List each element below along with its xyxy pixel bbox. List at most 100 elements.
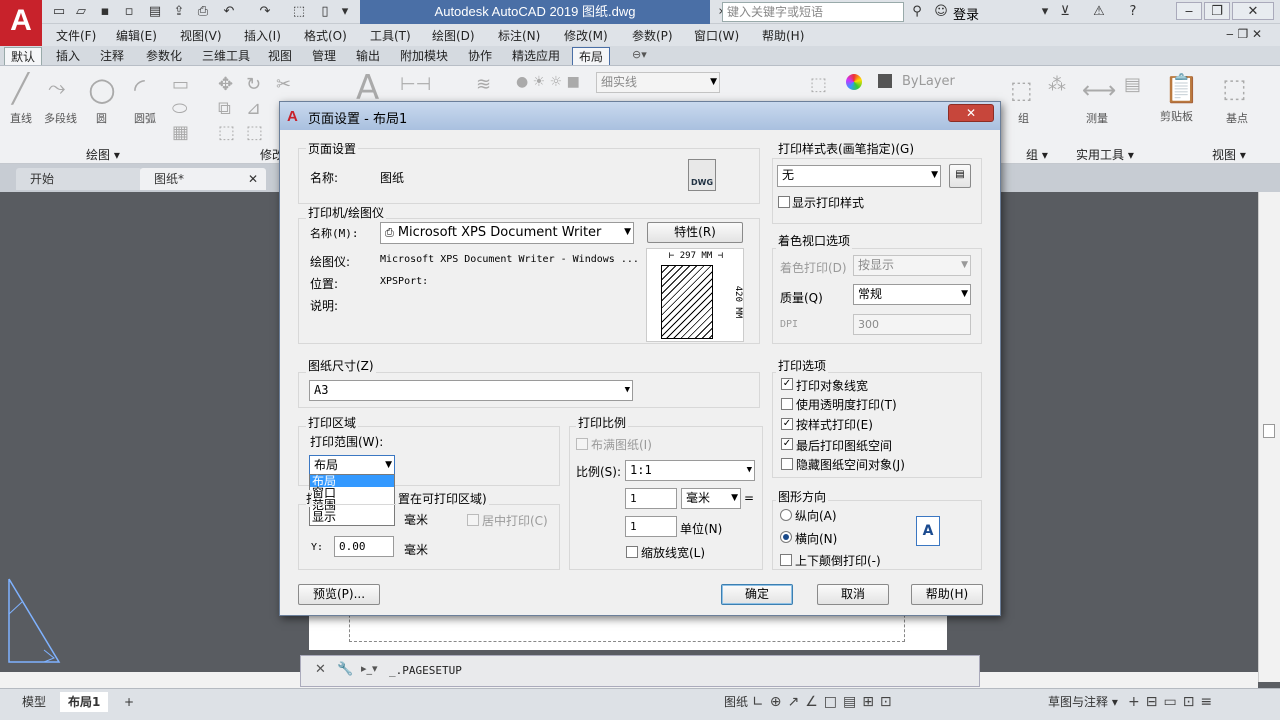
ribbon-tab-parametric[interactable]: 参数化 xyxy=(140,47,188,65)
ribbon-tab-annotate[interactable]: 注释 xyxy=(94,47,130,65)
close-command-icon[interactable]: ✕ xyxy=(315,662,326,677)
stretch-tool-icon[interactable]: ⬚ xyxy=(218,122,235,143)
menu-modify[interactable]: 修改(M) xyxy=(564,27,608,44)
fit-to-paper-checkbox[interactable] xyxy=(576,438,588,450)
ribbon-minimize-icon[interactable]: ⊖▾ xyxy=(632,48,647,61)
new-file-icon[interactable]: ▭ xyxy=(50,3,68,21)
menu-tools[interactable]: 工具(T) xyxy=(370,27,411,44)
panel-draw[interactable]: 绘图 ▾ xyxy=(86,146,120,163)
rotate-tool-icon[interactable]: ↻ xyxy=(246,74,261,95)
doc-tab-start[interactable]: 开始 xyxy=(16,168,142,190)
landscape-radio[interactable] xyxy=(780,531,792,543)
open-file-icon[interactable]: ▱ xyxy=(72,3,90,21)
layer-state-icons[interactable]: ● ☀ ☼ ■ xyxy=(516,74,580,90)
edit-plot-style-button[interactable]: ▤ xyxy=(949,164,971,188)
upside-down-checkbox[interactable] xyxy=(780,554,792,566)
autocad-logo-icon[interactable]: A xyxy=(0,0,42,46)
scroll-thumb[interactable] xyxy=(1263,424,1275,438)
tool-arc[interactable]: 圆弧 xyxy=(134,110,156,126)
add-layout-icon[interactable]: + xyxy=(116,692,142,712)
redo-icon[interactable]: ↷ xyxy=(256,3,274,21)
rectangle-tool-icon[interactable]: ▭ xyxy=(172,74,189,95)
binoculars-icon[interactable]: ⚲ xyxy=(908,3,926,21)
paper-space-toggle[interactable]: 图纸 xyxy=(716,692,756,712)
option-hide-objects-checkbox[interactable] xyxy=(781,458,793,470)
center-plot-checkbox[interactable] xyxy=(467,514,479,526)
dimension-tool-icon[interactable]: ⊢⊣ xyxy=(400,74,431,95)
polyline-tool-icon[interactable]: ⤳ xyxy=(48,76,66,101)
search-input[interactable]: 键入关键字或短语 xyxy=(722,2,904,22)
publish-icon[interactable]: ▤ xyxy=(146,3,164,21)
option-plot-lineweights-checkbox[interactable]: ✓ xyxy=(781,378,793,390)
calculator-icon[interactable]: ▤ xyxy=(1124,74,1141,95)
menu-edit[interactable]: 编辑(E) xyxy=(116,27,157,44)
shade-plot-dropdown[interactable]: 按显示 ▼ xyxy=(853,255,971,276)
ribbon-tab-featured-apps[interactable]: 精选应用 xyxy=(506,47,566,65)
menu-parametric[interactable]: 参数(P) xyxy=(632,27,673,44)
circle-tool-icon[interactable]: ○ xyxy=(88,70,116,108)
doc-window-controls[interactable]: ‒ ❐ ✕ xyxy=(1226,27,1262,41)
close-tab-icon[interactable]: ✕ xyxy=(248,168,258,190)
color-wheel-icon[interactable] xyxy=(846,74,862,90)
ribbon-tab-3d-tools[interactable]: 三维工具 xyxy=(196,47,256,65)
show-plot-styles-checkbox[interactable] xyxy=(778,196,790,208)
ribbon-tab-collaborate[interactable]: 协作 xyxy=(462,47,498,65)
workspace-switch[interactable]: 草图与注释 ▾ xyxy=(1040,692,1126,712)
panel-view[interactable]: 视图 ▾ xyxy=(1212,146,1246,163)
option-plot-with-styles-checkbox[interactable]: ✓ xyxy=(781,418,793,430)
autodesk-a360-icon[interactable]: ⚠ xyxy=(1090,3,1108,21)
status-right-icons[interactable]: +⊟▭⊡≡ xyxy=(1128,694,1218,710)
ellipse-tool-icon[interactable]: ⬭ xyxy=(172,98,187,119)
tool-clipboard[interactable]: 剪贴板 xyxy=(1160,108,1193,124)
customize-command-icon[interactable]: 🔧 xyxy=(337,662,353,677)
menu-help[interactable]: 帮助(H) xyxy=(762,27,804,44)
cart-icon[interactable]: ⊻ xyxy=(1056,3,1074,21)
layer-properties-icon[interactable]: ≋ xyxy=(476,74,491,95)
cancel-button[interactable]: 取消 xyxy=(817,584,889,605)
save-as-icon[interactable]: ▫ xyxy=(120,3,138,21)
hatch-tool-icon[interactable]: ▦ xyxy=(172,122,189,143)
scale-tool-icon[interactable]: ⬚ xyxy=(246,122,263,143)
trim-tool-icon[interactable]: ✂ xyxy=(276,74,291,95)
printer-properties-button[interactable]: 特性(R) xyxy=(647,222,743,243)
ribbon-tab-insert[interactable]: 插入 xyxy=(50,47,86,65)
tool-group[interactable]: 组 xyxy=(1018,110,1029,126)
ribbon-tab-layout[interactable]: 布局 xyxy=(572,47,611,65)
preview-button[interactable]: 预览(P)... xyxy=(298,584,380,605)
status-toggle-icons[interactable]: ∟⊕↗∠□▤⊞⊡ xyxy=(752,694,898,710)
ribbon-tab-view[interactable]: 视图 xyxy=(262,47,298,65)
menu-draw[interactable]: 绘图(D) xyxy=(432,27,475,44)
panel-utilities[interactable]: 实用工具 ▾ xyxy=(1076,146,1134,163)
help-button[interactable]: 帮助(H) xyxy=(911,584,983,605)
scale-value-input[interactable]: 1 xyxy=(625,488,677,509)
option-paperspace-last-checkbox[interactable]: ✓ xyxy=(781,438,793,450)
save-icon[interactable]: ▪ xyxy=(96,3,114,21)
option-transparency-checkbox[interactable] xyxy=(781,398,793,410)
ok-button[interactable]: 确定 xyxy=(721,584,793,605)
tool-line[interactable]: 直线 xyxy=(10,110,32,126)
tool-circle[interactable]: 圆 xyxy=(96,110,107,126)
ribbon-tab-addins[interactable]: 附加模块 xyxy=(394,47,454,65)
layout-tab-model[interactable]: 模型 xyxy=(14,692,54,712)
layer-dropdown[interactable]: 细实线 ▼ xyxy=(596,72,720,93)
close-window-button[interactable]: ✕ xyxy=(1232,2,1274,20)
menu-window[interactable]: 窗口(W) xyxy=(694,27,739,44)
login-dropdown-icon[interactable]: ▾ xyxy=(1036,3,1054,21)
printer-name-dropdown[interactable]: ⎙ Microsoft XPS Document Writer ▼ xyxy=(380,222,634,244)
base-point-icon[interactable]: ⬚ xyxy=(1222,74,1247,104)
ribbon-tab-output[interactable]: 输出 xyxy=(350,47,386,65)
insert-block-icon[interactable]: ⬚ xyxy=(810,74,827,95)
scale-dropdown[interactable]: 1:1 ▼ xyxy=(625,460,755,481)
menu-file[interactable]: 文件(F) xyxy=(56,27,96,44)
help-icon[interactable]: ? xyxy=(1124,3,1142,21)
group-edit-icons[interactable]: ⁂ xyxy=(1048,74,1066,95)
move-tool-icon[interactable]: ✥ xyxy=(218,74,233,95)
portrait-radio[interactable] xyxy=(780,509,792,521)
mirror-tool-icon[interactable]: ⊿ xyxy=(246,98,261,119)
customize-quick-access-icon[interactable]: ▾ xyxy=(336,3,354,21)
paper-size-dropdown[interactable]: A3 ▼ xyxy=(309,380,633,401)
command-line[interactable]: ✕ 🔧 ▸_▾ _.PAGESETUP xyxy=(300,655,980,687)
panel-group[interactable]: 组 ▾ xyxy=(1026,146,1048,163)
menu-dimension[interactable]: 标注(N) xyxy=(498,27,540,44)
tool-measure[interactable]: 测量 xyxy=(1086,110,1108,126)
